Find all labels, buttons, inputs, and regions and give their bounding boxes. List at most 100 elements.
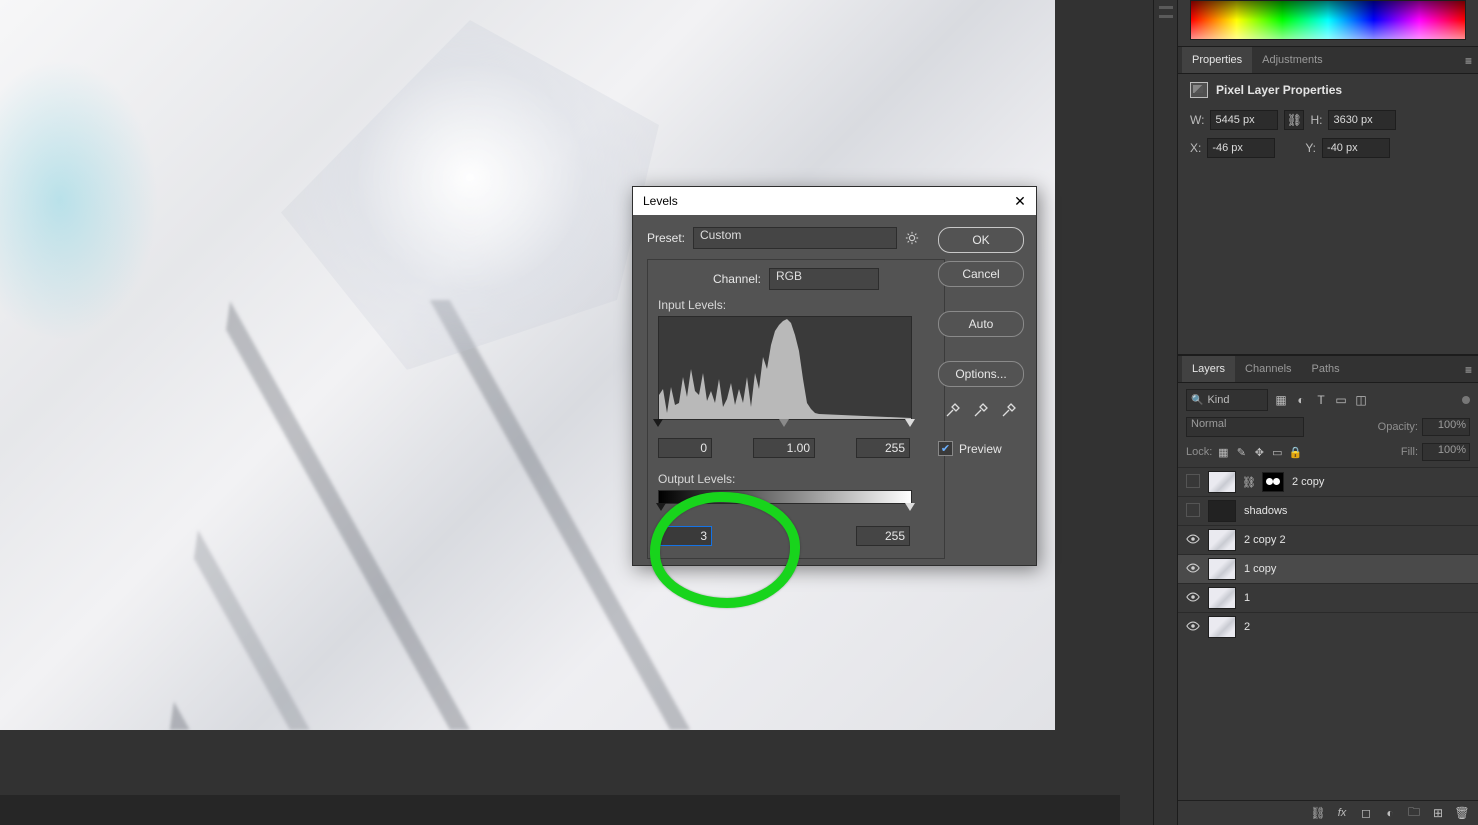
layer-name[interactable]: 2 <box>1244 621 1250 633</box>
auto-button[interactable]: Auto <box>938 311 1024 337</box>
input-white-slider[interactable] <box>905 419 915 427</box>
layer-visibility-icon[interactable] <box>1184 590 1202 607</box>
fill-field[interactable]: 100% <box>1422 443 1470 461</box>
layer-thumbnail[interactable] <box>1208 529 1236 551</box>
output-slider-track[interactable] <box>658 504 910 514</box>
eyedropper-white-icon[interactable] <box>1000 401 1018 419</box>
layer-name[interactable]: 2 copy 2 <box>1244 534 1286 546</box>
input-white-field[interactable] <box>856 438 910 458</box>
filter-pixel-icon[interactable]: ▦ <box>1272 391 1290 409</box>
lock-all-icon[interactable]: 🔒 <box>1288 446 1302 459</box>
lock-transparency-icon[interactable]: ▦ <box>1216 446 1230 459</box>
lock-label: Lock: <box>1186 446 1212 458</box>
x-field[interactable] <box>1207 138 1275 158</box>
channel-select[interactable]: RGB <box>769 268 879 290</box>
levels-dialog: Levels ✕ Preset: Custom Channel: RGB Inp… <box>632 186 1037 566</box>
input-levels-label: Input Levels: <box>658 298 934 312</box>
output-white-field[interactable] <box>856 526 910 546</box>
footer-fx-icon[interactable]: fx <box>1334 807 1350 819</box>
layer-name[interactable]: 2 copy <box>1292 476 1324 488</box>
width-field[interactable] <box>1210 110 1278 130</box>
layer-visibility-icon[interactable] <box>1184 619 1202 636</box>
layer-thumbnail[interactable] <box>1208 616 1236 638</box>
layer-row[interactable]: 2 <box>1178 612 1478 641</box>
lock-image-icon[interactable]: ✎ <box>1234 446 1248 459</box>
eyedropper-black-icon[interactable] <box>944 401 962 419</box>
input-black-field[interactable] <box>658 438 712 458</box>
lock-artboard-icon[interactable]: ▭ <box>1270 446 1284 459</box>
output-white-slider[interactable] <box>905 503 915 511</box>
footer-link-icon[interactable]: ⛓ <box>1310 806 1326 820</box>
tab-paths[interactable]: Paths <box>1302 356 1350 382</box>
gear-icon[interactable] <box>905 231 919 245</box>
y-field[interactable] <box>1322 138 1390 158</box>
layer-thumbnail[interactable] <box>1208 500 1236 522</box>
layer-visibility-icon[interactable] <box>1184 503 1202 520</box>
lock-position-icon[interactable]: ✥ <box>1252 446 1266 459</box>
opacity-label: Opacity: <box>1378 421 1418 433</box>
filter-toggle-icon[interactable] <box>1462 396 1470 404</box>
layer-visibility-icon[interactable] <box>1184 532 1202 549</box>
layer-row[interactable]: ⛓ 2 copy <box>1178 467 1478 496</box>
layer-name[interactable]: shadows <box>1244 505 1287 517</box>
output-black-field[interactable] <box>658 526 712 546</box>
input-gamma-field[interactable] <box>753 438 815 458</box>
filter-type-icon[interactable]: T <box>1312 391 1330 409</box>
tab-adjustments[interactable]: Adjustments <box>1252 47 1333 73</box>
input-gamma-slider[interactable] <box>779 419 789 427</box>
footer-mask-icon[interactable]: ◻ <box>1358 806 1374 820</box>
layer-row[interactable]: 1 <box>1178 583 1478 612</box>
close-icon[interactable]: ✕ <box>1012 193 1028 209</box>
layers-panel-menu-icon[interactable]: ≡ <box>1465 363 1472 377</box>
layer-mask-thumbnail[interactable] <box>1262 472 1284 492</box>
blend-mode-select[interactable]: Normal <box>1186 417 1304 437</box>
histogram[interactable] <box>658 316 912 420</box>
layer-mask-link-icon[interactable]: ⛓ <box>1242 476 1256 489</box>
footer-trash-icon[interactable]: 🗑 <box>1454 806 1470 820</box>
preset-select[interactable]: Custom <box>693 227 897 249</box>
dialog-titlebar[interactable]: Levels ✕ <box>633 187 1036 215</box>
color-picker-strip[interactable] <box>1190 0 1466 40</box>
layer-row[interactable]: 1 copy <box>1178 554 1478 583</box>
options-button[interactable]: Options... <box>938 361 1024 387</box>
preview-checkbox[interactable]: ✔ <box>938 441 953 456</box>
dialog-title: Levels <box>643 194 678 208</box>
cancel-button[interactable]: Cancel <box>938 261 1024 287</box>
filter-shape-icon[interactable]: ▭ <box>1332 391 1350 409</box>
layer-thumbnail[interactable] <box>1208 587 1236 609</box>
layers-panel: Layers Channels Paths ≡ 🔍 Kind ▦ ◐ T ▭ ◫ <box>1178 354 1478 825</box>
panel-menu-icon[interactable]: ≡ <box>1465 54 1472 68</box>
layer-visibility-icon[interactable] <box>1184 474 1202 491</box>
ok-button[interactable]: OK <box>938 227 1024 253</box>
height-label: H: <box>1310 113 1322 127</box>
eyedropper-gray-icon[interactable] <box>972 401 990 419</box>
output-gradient[interactable] <box>658 490 912 504</box>
input-black-slider[interactable] <box>653 419 663 427</box>
layers-footer: ⛓ fx ◻ ◐ 🗀 ⊞ 🗑 <box>1178 800 1478 825</box>
output-black-slider[interactable] <box>656 503 666 511</box>
filter-adjust-icon[interactable]: ◐ <box>1292 391 1310 409</box>
layer-name[interactable]: 1 copy <box>1244 563 1276 575</box>
layer-visibility-icon[interactable] <box>1184 561 1202 578</box>
layer-list[interactable]: ⛓ 2 copy shadows 2 copy 2 1 copy 1 2 <box>1178 467 1478 800</box>
layer-row[interactable]: shadows <box>1178 496 1478 525</box>
tab-layers[interactable]: Layers <box>1182 356 1235 382</box>
height-field[interactable] <box>1328 110 1396 130</box>
layer-name[interactable]: 1 <box>1244 592 1250 604</box>
layer-thumbnail[interactable] <box>1208 471 1236 493</box>
tab-channels[interactable]: Channels <box>1235 356 1301 382</box>
layer-thumbnail[interactable] <box>1208 558 1236 580</box>
layer-row[interactable]: 2 copy 2 <box>1178 525 1478 554</box>
output-levels-label: Output Levels: <box>658 472 934 486</box>
layer-filter-kind[interactable]: 🔍 Kind <box>1186 389 1268 411</box>
filter-smart-icon[interactable]: ◫ <box>1352 391 1370 409</box>
footer-new-icon[interactable]: ⊞ <box>1430 806 1446 820</box>
opacity-field[interactable]: 100% <box>1422 418 1470 436</box>
link-wh-icon[interactable]: ⛓ <box>1284 110 1304 130</box>
tab-properties[interactable]: Properties <box>1182 47 1252 73</box>
input-slider-track[interactable] <box>658 420 910 430</box>
properties-title: Pixel Layer Properties <box>1216 83 1342 97</box>
collapsed-dock-gutter[interactable] <box>1153 0 1179 825</box>
footer-group-icon[interactable]: 🗀 <box>1406 803 1422 824</box>
footer-adjust-icon[interactable]: ◐ <box>1382 806 1398 820</box>
